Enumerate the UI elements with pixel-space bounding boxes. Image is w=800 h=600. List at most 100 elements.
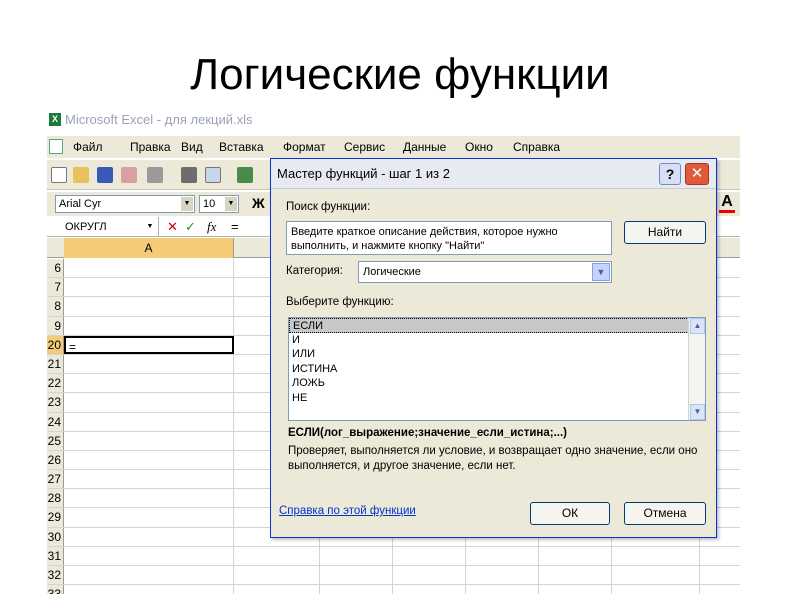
permission-icon[interactable]: [121, 167, 137, 183]
cell-a[interactable]: [64, 450, 234, 470]
menu-bar: Файл Правка Вид Вставка Формат Сервис Да…: [47, 136, 740, 158]
cell-a[interactable]: [64, 278, 234, 297]
table-row: 31: [47, 546, 740, 566]
row-header[interactable]: 27: [47, 470, 64, 489]
row-header[interactable]: 29: [47, 508, 64, 527]
cell-a[interactable]: [64, 470, 234, 489]
scroll-up-icon[interactable]: ▲: [690, 318, 705, 334]
function-wizard-dialog: Мастер функций - шаг 1 из 2 ? ✕ Поиск фу…: [270, 158, 717, 538]
list-item[interactable]: ИСТИНА: [289, 362, 705, 377]
insert-function-button[interactable]: fx: [207, 217, 216, 237]
menu-tools[interactable]: Сервис: [344, 136, 385, 158]
scroll-down-icon[interactable]: ▼: [690, 404, 705, 420]
function-syntax: ЕСЛИ(лог_выражение;значение_если_истина;…: [288, 427, 567, 439]
row-header[interactable]: 32: [47, 566, 64, 585]
list-item[interactable]: ЕСЛИ: [289, 318, 705, 333]
row-header[interactable]: 6: [47, 259, 64, 278]
row-header[interactable]: 30: [47, 527, 64, 546]
cell-a[interactable]: [64, 546, 234, 565]
cell-a[interactable]: [64, 508, 234, 527]
search-input[interactable]: Введите краткое описание действия, котор…: [286, 221, 612, 255]
row-header[interactable]: 31: [47, 546, 64, 565]
table-row: 33: [47, 585, 740, 594]
function-description: Проверяет, выполняется ли условие, и воз…: [288, 445, 698, 472]
table-row: 32: [47, 566, 740, 586]
row-header[interactable]: 25: [47, 431, 64, 450]
print-preview-icon[interactable]: [205, 167, 221, 183]
function-list-scrollbar[interactable]: ▲ ▼: [688, 318, 705, 420]
font-size-select[interactable]: 10 ▼: [199, 195, 239, 213]
list-item[interactable]: НЕ: [289, 391, 705, 406]
category-select[interactable]: Логические ▼: [358, 261, 612, 283]
enter-formula-icon[interactable]: ✓: [185, 217, 196, 237]
cell-a[interactable]: [64, 354, 234, 374]
function-list[interactable]: ЕСЛИ И ИЛИ ИСТИНА ЛОЖЬ НЕ ▲ ▼: [288, 317, 706, 421]
cell-a[interactable]: [64, 374, 234, 393]
chevron-down-icon[interactable]: ▼: [181, 197, 193, 211]
column-header-a[interactable]: A: [64, 238, 234, 258]
list-item[interactable]: И: [289, 333, 705, 348]
cell-a[interactable]: [64, 431, 234, 450]
font-name-select[interactable]: Arial Cyr ▼: [55, 195, 195, 213]
row-header[interactable]: 24: [47, 412, 64, 431]
menu-format[interactable]: Формат: [283, 136, 326, 158]
cancel-formula-icon[interactable]: ✕: [167, 217, 178, 237]
row-header[interactable]: 8: [47, 297, 64, 316]
cell-a[interactable]: [64, 259, 234, 278]
save-icon[interactable]: [97, 167, 113, 183]
active-cell[interactable]: =: [64, 335, 234, 354]
excel-app-icon: X: [49, 113, 61, 126]
chevron-down-icon[interactable]: ▼: [144, 220, 156, 234]
new-document-icon[interactable]: [51, 167, 67, 183]
row-header[interactable]: 7: [47, 278, 64, 297]
row-header[interactable]: 9: [47, 316, 64, 335]
menu-edit[interactable]: Правка: [130, 136, 171, 158]
choose-function-label: Выберите функцию:: [286, 296, 394, 308]
list-item[interactable]: ИЛИ: [289, 347, 705, 362]
row-header[interactable]: 22: [47, 374, 64, 393]
excel-title-bar: X Microsoft Excel - для лекций.xls: [47, 110, 740, 130]
column-header-b[interactable]: [234, 238, 274, 258]
menu-data[interactable]: Данные: [403, 136, 446, 158]
chevron-down-icon[interactable]: ▼: [225, 197, 237, 211]
list-item[interactable]: ЛОЖЬ: [289, 376, 705, 391]
cancel-button[interactable]: Отмена: [624, 502, 706, 525]
excel-window-title: Microsoft Excel - для лекций.xls: [65, 112, 253, 127]
menu-help[interactable]: Справка: [513, 136, 560, 158]
row-header[interactable]: 20: [47, 335, 64, 354]
cell-a[interactable]: [64, 393, 234, 412]
cell-a[interactable]: [64, 297, 234, 316]
cell-a[interactable]: [64, 585, 234, 594]
menu-view[interactable]: Вид: [181, 136, 203, 158]
font-color-button[interactable]: A: [719, 194, 735, 213]
find-button[interactable]: Найти: [624, 221, 706, 244]
name-box[interactable]: ОКРУГЛ ▼: [47, 217, 159, 237]
cell-a[interactable]: [64, 489, 234, 508]
row-header[interactable]: 23: [47, 393, 64, 412]
help-button[interactable]: ?: [659, 163, 681, 185]
spelling-icon[interactable]: [237, 167, 253, 183]
workbook-icon[interactable]: [49, 139, 63, 154]
row-header[interactable]: 26: [47, 450, 64, 470]
cell-a[interactable]: [64, 527, 234, 546]
chevron-down-icon[interactable]: ▼: [592, 263, 610, 281]
bold-button[interactable]: Ж: [252, 195, 265, 211]
menu-window[interactable]: Окно: [465, 136, 493, 158]
cell-a[interactable]: [64, 566, 234, 585]
menu-insert[interactable]: Вставка: [219, 136, 264, 158]
row-header[interactable]: 33: [47, 585, 64, 594]
formula-input[interactable]: =: [231, 217, 239, 237]
email-icon[interactable]: [147, 167, 163, 183]
ok-button[interactable]: ОК: [530, 502, 610, 525]
row-header[interactable]: 28: [47, 489, 64, 508]
row-header[interactable]: 21: [47, 354, 64, 374]
name-box-value: ОКРУГЛ: [65, 221, 107, 233]
menu-file[interactable]: Файл: [73, 136, 103, 158]
cell-a[interactable]: [64, 316, 234, 335]
open-folder-icon[interactable]: [73, 167, 89, 183]
close-button[interactable]: ✕: [685, 163, 709, 185]
function-help-link[interactable]: Справка по этой функции: [279, 505, 416, 517]
dialog-title-bar[interactable]: Мастер функций - шаг 1 из 2 ? ✕: [271, 159, 716, 189]
cell-a[interactable]: [64, 412, 234, 431]
print-icon[interactable]: [181, 167, 197, 183]
